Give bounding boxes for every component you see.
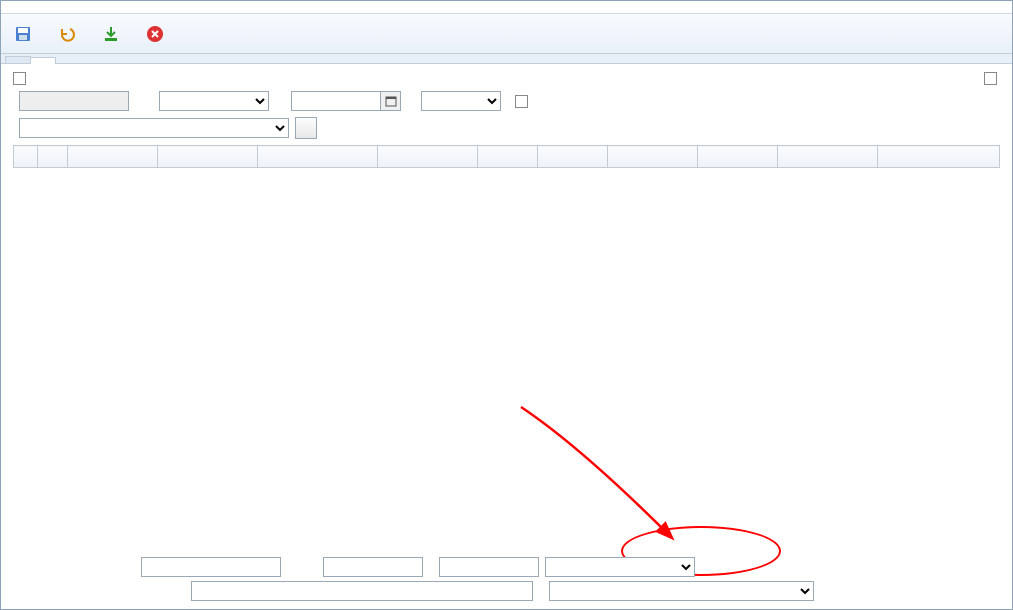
scan-checkbox[interactable] [13, 72, 29, 85]
col-unit[interactable] [478, 146, 538, 168]
partner-select[interactable] [19, 118, 289, 138]
col-name[interactable] [158, 146, 258, 168]
gutter-header [14, 146, 38, 168]
content-area [1, 64, 1012, 176]
col-price[interactable] [608, 146, 698, 168]
index-header [38, 146, 68, 168]
choose-button[interactable] [295, 117, 317, 139]
window-titlebar [1, 1, 1012, 14]
col-remark[interactable] [878, 146, 1000, 168]
attach-input[interactable] [191, 581, 533, 601]
discount-input[interactable] [141, 557, 281, 577]
undo-icon [57, 24, 77, 44]
checkbox-icon [13, 72, 26, 85]
checkbox-icon [984, 72, 997, 85]
project-select[interactable] [159, 91, 269, 111]
col-spec[interactable] [258, 146, 378, 168]
type-select[interactable] [421, 91, 501, 111]
bom-gen-checkbox[interactable] [984, 72, 1000, 85]
table-header-row [14, 146, 1000, 168]
tabs [1, 54, 1012, 64]
date-input[interactable] [291, 91, 381, 111]
col-amount[interactable] [698, 146, 778, 168]
calendar-icon[interactable] [381, 91, 401, 111]
footer [13, 553, 1000, 601]
save-icon [13, 24, 33, 44]
import-icon [101, 24, 121, 44]
save-button[interactable] [7, 20, 43, 48]
items-table [13, 145, 1000, 168]
import-excel-button[interactable] [95, 20, 131, 48]
paid-input[interactable] [439, 557, 539, 577]
col-relno[interactable] [778, 146, 878, 168]
payable-input[interactable] [323, 557, 423, 577]
order-no-input [19, 91, 129, 111]
toolbar [1, 14, 1012, 54]
checkbox-icon [515, 95, 528, 108]
all-payable-select[interactable] [545, 557, 695, 577]
close-button[interactable] [139, 20, 175, 48]
col-qty[interactable] [538, 146, 608, 168]
col-code[interactable] [68, 146, 158, 168]
tab-list[interactable] [5, 56, 31, 63]
close-icon [145, 24, 165, 44]
annotation-arrow [501, 387, 701, 547]
tab-detail[interactable] [30, 57, 56, 64]
bom-part-checkbox[interactable] [515, 95, 531, 108]
cancel-button[interactable] [51, 20, 87, 48]
payacc-select[interactable] [549, 581, 814, 601]
col-category[interactable] [378, 146, 478, 168]
